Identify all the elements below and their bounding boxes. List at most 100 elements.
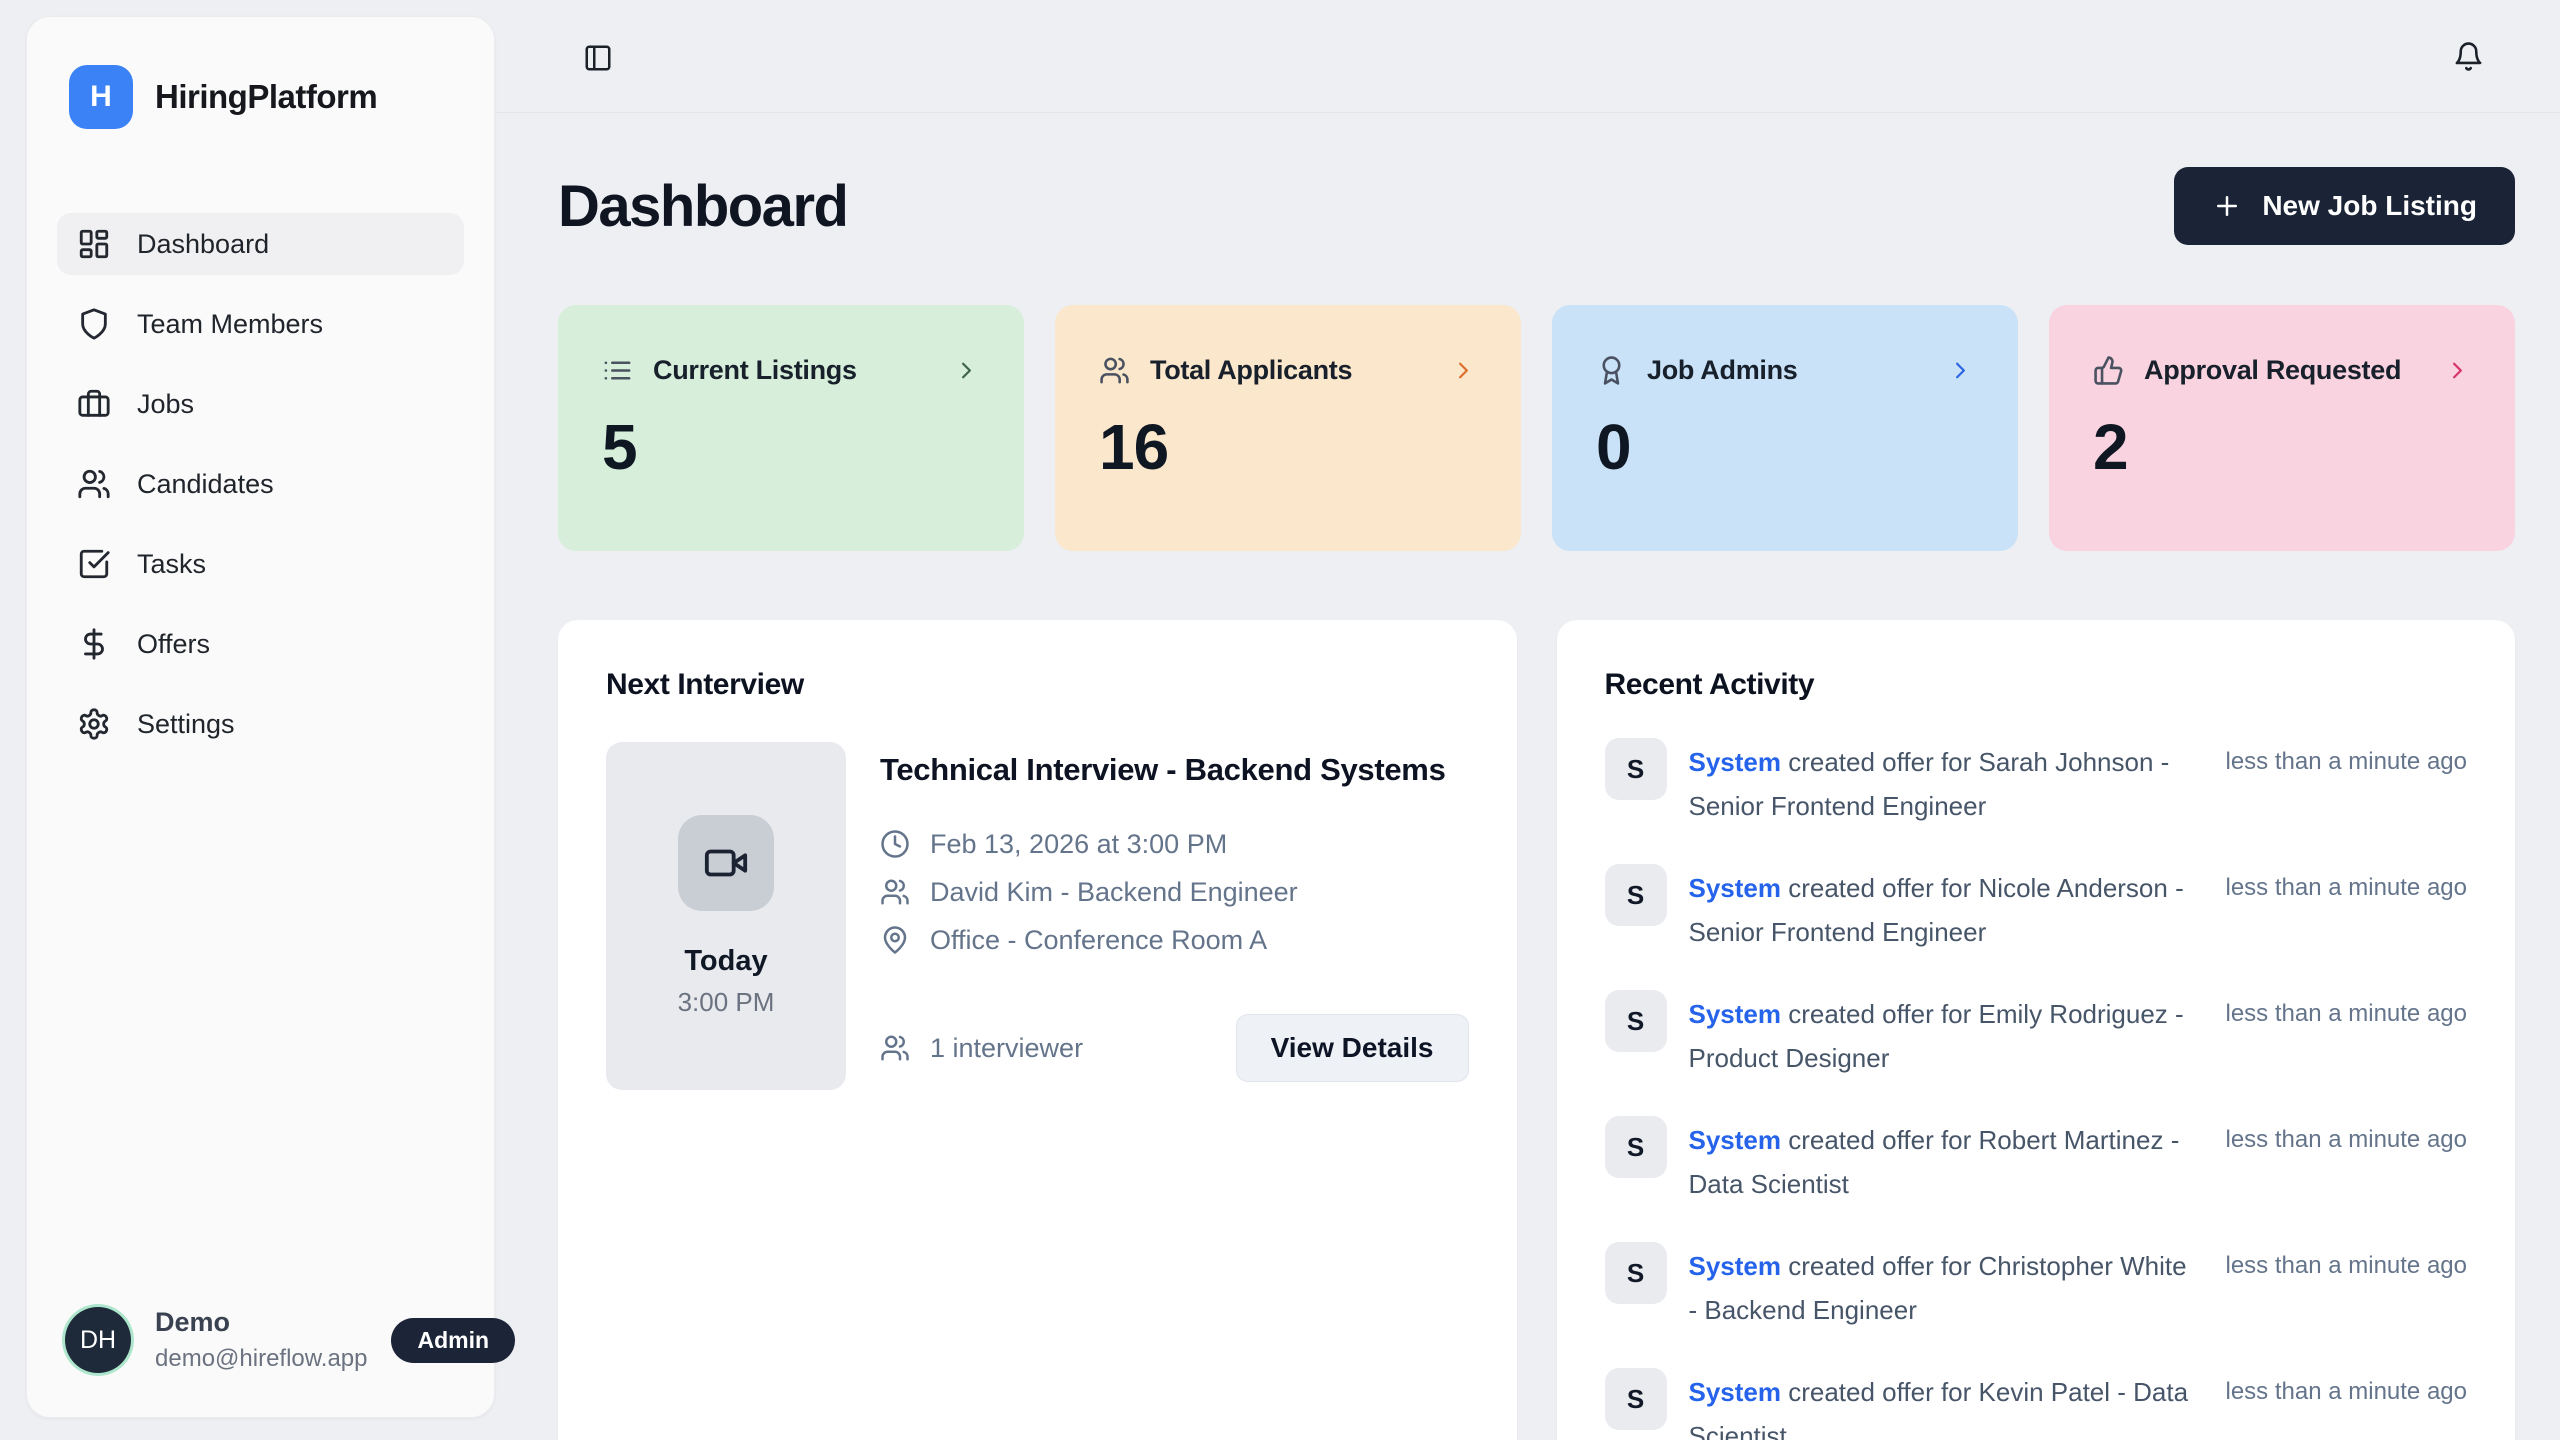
user-profile[interactable]: DH Demo demo@hireflow.app Admin [57, 1307, 464, 1373]
next-interview-title: Next Interview [606, 668, 1469, 702]
briefcase-icon [77, 387, 111, 421]
sidebar: H HiringPlatform Dashboard Team Members … [26, 16, 495, 1418]
interview-datetime-row: Feb 13, 2026 at 3:00 PM [880, 820, 1469, 868]
activity-avatar: S [1605, 864, 1667, 926]
gear-icon [77, 707, 111, 741]
recent-activity-title: Recent Activity [1605, 668, 2468, 702]
sidebar-item-label: Candidates [137, 469, 274, 500]
activity-actor-link[interactable]: System [1689, 873, 1782, 903]
activity-item: S System created offer for Sarah Johnson… [1605, 738, 2468, 828]
stat-card-current-listings[interactable]: Current Listings 5 [558, 305, 1024, 551]
sidebar-item-label: Dashboard [137, 229, 269, 260]
interviewer-count: 1 interviewer [930, 1033, 1083, 1064]
stat-value: 0 [1596, 410, 1974, 484]
page-header: Dashboard New Job Listing [558, 167, 2515, 245]
layout-dashboard-icon [77, 227, 111, 261]
interview-title: Technical Interview - Backend Systems [880, 746, 1460, 794]
activity-actor-link[interactable]: System [1689, 1125, 1782, 1155]
sidebar-item-label: Offers [137, 629, 210, 660]
stat-label: Current Listings [653, 355, 933, 386]
content: Dashboard New Job Listing Current Listin… [495, 167, 2560, 1440]
sidebar-item-label: Settings [137, 709, 235, 740]
interview-location: Office - Conference Room A [930, 925, 1267, 956]
app-logo: H [69, 65, 133, 129]
interview-day-label: Today [684, 945, 767, 978]
users-icon [880, 877, 910, 907]
recent-activity-panel: Recent Activity S System created offer f… [1557, 620, 2516, 1440]
users-icon [77, 467, 111, 501]
dollar-icon [77, 627, 111, 661]
activity-actor-link[interactable]: System [1689, 1251, 1782, 1281]
activity-actor-link[interactable]: System [1689, 1377, 1782, 1407]
notifications-button[interactable] [2448, 36, 2488, 76]
new-job-listing-button[interactable]: New Job Listing [2174, 167, 2515, 245]
app-logo-row: H HiringPlatform [57, 65, 464, 129]
avatar: DH [65, 1307, 131, 1373]
chevron-right-icon [1947, 357, 1974, 384]
user-name: Demo [155, 1307, 367, 1338]
activity-timestamp: less than a minute ago [2226, 738, 2468, 776]
interview-location-row: Office - Conference Room A [880, 916, 1469, 964]
activity-avatar: S [1605, 990, 1667, 1052]
sidebar-item-settings[interactable]: Settings [57, 693, 464, 755]
activity-actor-link[interactable]: System [1689, 999, 1782, 1029]
shield-icon [77, 307, 111, 341]
view-details-button[interactable]: View Details [1236, 1014, 1469, 1082]
activity-avatar: S [1605, 1116, 1667, 1178]
sidebar-item-candidates[interactable]: Candidates [57, 453, 464, 515]
main-area: Dashboard New Job Listing Current Listin… [495, 0, 2560, 1440]
activity-timestamp: less than a minute ago [2226, 864, 2468, 902]
activity-item: S System created offer for Christopher W… [1605, 1242, 2468, 1332]
activity-timestamp: less than a minute ago [2226, 990, 2468, 1028]
stat-card-job-admins[interactable]: Job Admins 0 [1552, 305, 2018, 551]
chevron-right-icon [2444, 357, 2471, 384]
video-camera-icon [703, 840, 749, 886]
award-icon [1596, 355, 1627, 386]
sidebar-toggle-button[interactable] [578, 38, 618, 78]
sidebar-item-tasks[interactable]: Tasks [57, 533, 464, 595]
interview-datetime: Feb 13, 2026 at 3:00 PM [930, 829, 1227, 860]
sidebar-item-offers[interactable]: Offers [57, 613, 464, 675]
sidebar-item-label: Tasks [137, 549, 206, 580]
activity-item: S System created offer for Kevin Patel -… [1605, 1368, 2468, 1440]
app-name: HiringPlatform [155, 78, 377, 116]
clock-icon [880, 829, 910, 859]
sidebar-item-team-members[interactable]: Team Members [57, 293, 464, 355]
new-job-listing-label: New Job Listing [2262, 190, 2477, 222]
activity-item: S System created offer for Robert Martin… [1605, 1116, 2468, 1206]
activity-list: S System created offer for Sarah Johnson… [1605, 738, 2468, 1440]
users-icon [880, 1033, 910, 1063]
stats-row: Current Listings 5 Total Applicants 16 J… [558, 305, 2515, 551]
sidebar-item-label: Jobs [137, 389, 194, 420]
check-square-icon [77, 547, 111, 581]
thumbs-up-icon [2093, 355, 2124, 386]
activity-timestamp: less than a minute ago [2226, 1242, 2468, 1280]
user-meta: Demo demo@hireflow.app [155, 1307, 367, 1373]
stat-label: Total Applicants [1150, 355, 1430, 386]
list-icon [602, 355, 633, 386]
stat-card-total-applicants[interactable]: Total Applicants 16 [1055, 305, 1521, 551]
chevron-right-icon [1450, 357, 1477, 384]
users-icon [1099, 355, 1130, 386]
activity-actor-link[interactable]: System [1689, 747, 1782, 777]
activity-avatar: S [1605, 738, 1667, 800]
activity-timestamp: less than a minute ago [2226, 1116, 2468, 1154]
lower-panels: Next Interview Today 3:00 PM Technical I… [558, 620, 2515, 1440]
stat-card-approval-requested[interactable]: Approval Requested 2 [2049, 305, 2515, 551]
interviewer-count-row: 1 interviewer [880, 1024, 1083, 1072]
sidebar-item-dashboard[interactable]: Dashboard [57, 213, 464, 275]
sidebar-item-label: Team Members [137, 309, 323, 340]
map-pin-icon [880, 925, 910, 955]
interview-candidate-row: David Kim - Backend Engineer [880, 868, 1469, 916]
stat-value: 16 [1099, 410, 1477, 484]
user-email: demo@hireflow.app [155, 1345, 367, 1373]
sidebar-item-jobs[interactable]: Jobs [57, 373, 464, 435]
sidebar-nav: Dashboard Team Members Jobs Candidates T… [57, 213, 464, 755]
page-title: Dashboard [558, 173, 847, 240]
bell-icon [2453, 41, 2484, 72]
stat-value: 2 [2093, 410, 2471, 484]
stat-label: Job Admins [1647, 355, 1927, 386]
stat-value: 5 [602, 410, 980, 484]
activity-avatar: S [1605, 1368, 1667, 1430]
activity-item: S System created offer for Emily Rodrigu… [1605, 990, 2468, 1080]
